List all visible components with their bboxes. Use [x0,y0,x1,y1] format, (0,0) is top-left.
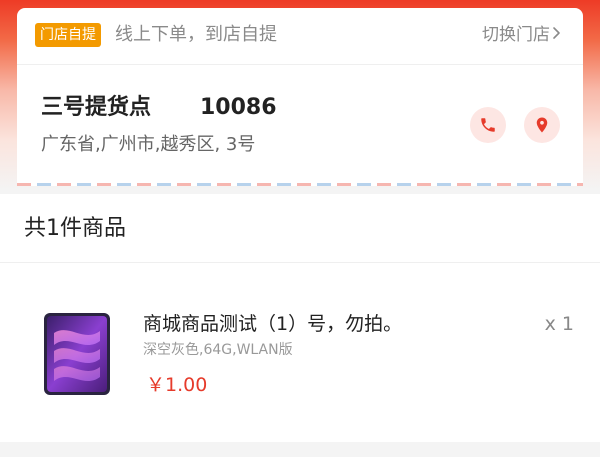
product-quantity: x 1 [544,313,574,335]
pickup-description: 线上下单，到店自提 [115,24,277,45]
phone-icon [481,118,495,132]
call-store-button[interactable] [470,107,506,143]
chevron-right-icon [552,22,561,48]
pickup-bar: 门店自提 线上下单，到店自提 切换门店 [17,8,583,65]
store-phone: 10086 [200,95,277,120]
goods-header: 共1件商品 [0,194,600,263]
store-name: 三号提货点 [41,95,152,120]
product-name: 商城商品测试（1）号，勿拍。 [143,313,403,335]
product-item[interactable]: 商城商品测试（1）号，勿拍。 深空灰色,64G,WLAN版 ￥1.00 x 1 [0,263,600,442]
location-pin-icon [536,117,548,133]
store-location-button[interactable] [524,107,560,143]
goods-count-title: 共1件商品 [24,216,126,241]
goods-section: 共1件商品 商城商品测试（1）号，勿拍。 深空灰色,64G,WLAN版 ￥1.0… [0,194,600,442]
switch-store-button[interactable]: 切换门店 [482,22,561,48]
pickup-badge: 门店自提 [35,23,101,47]
switch-store-label: 切换门店 [482,25,550,45]
store-card: 门店自提 线上下单，到店自提 切换门店 三号提货点 10086 广东省,广州市,… [17,8,583,186]
store-address: 广东省,广州市,越秀区, 3号 [41,134,256,155]
tablet-product-image [44,313,110,395]
product-spec: 深空灰色,64G,WLAN版 [143,342,293,358]
envelope-border-divider [17,183,583,186]
product-price: ￥1.00 [146,374,208,396]
